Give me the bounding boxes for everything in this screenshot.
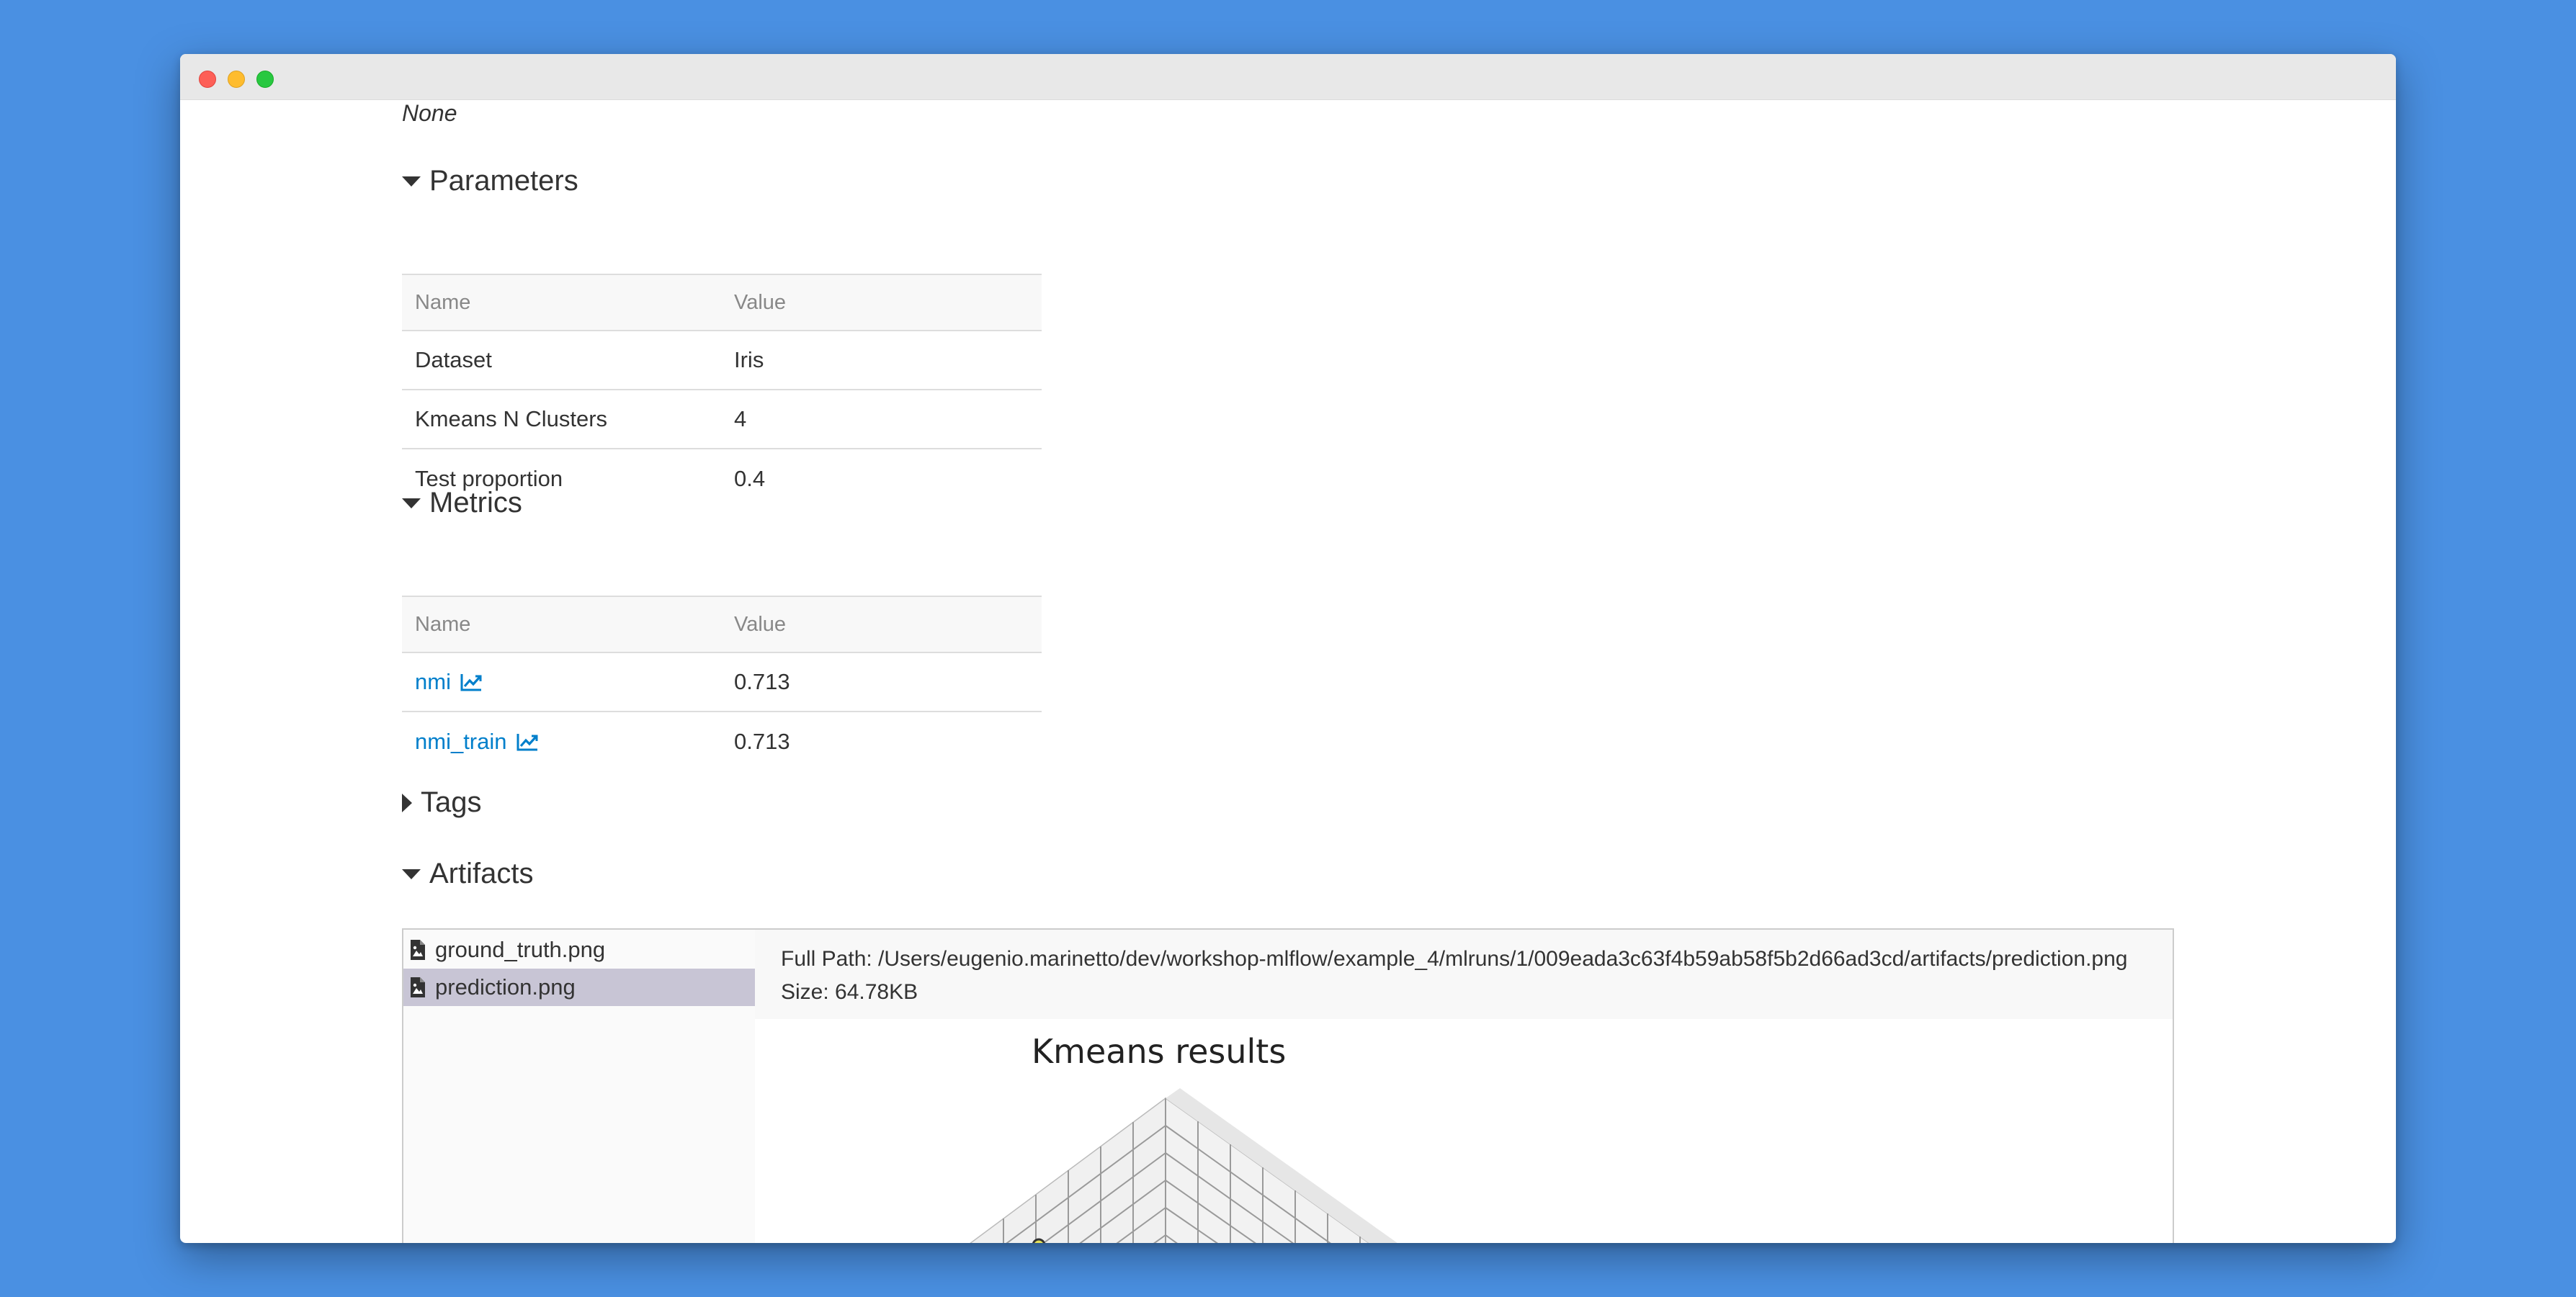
line-chart-icon[interactable] (460, 672, 483, 692)
artifact-file-tree: ground_truth.png prediction.png (403, 930, 755, 1243)
artifact-file-name: ground_truth.png (435, 937, 606, 962)
column-header-value[interactable]: Value (721, 596, 1042, 653)
description-value: None (402, 100, 457, 126)
artifact-file-prediction[interactable]: prediction.png (403, 969, 755, 1006)
column-header-name[interactable]: Name (402, 274, 721, 331)
param-name: Dataset (402, 331, 721, 390)
browser-window: None Parameters Name Value Dataset Iris (180, 54, 2396, 1243)
metrics-table: Name Value nmi 0.713 nmi_train 0.713 (402, 596, 1042, 771)
param-value: 4 (721, 390, 1042, 449)
scatter-point (1032, 1238, 1046, 1243)
caret-down-icon (402, 869, 421, 879)
column-header-name[interactable]: Name (402, 596, 721, 653)
artifact-full-path: Full Path: /Users/eugenio.marinetto/dev/… (781, 947, 2128, 971)
caret-right-icon (402, 793, 412, 812)
minimize-window-button[interactable] (228, 71, 245, 88)
artifact-file-ground-truth[interactable]: ground_truth.png (403, 931, 755, 969)
parameters-table: Name Value Dataset Iris Kmeans N Cluster… (402, 274, 1042, 508)
artifact-viewer: Full Path: /Users/eugenio.marinetto/dev/… (755, 930, 2173, 1243)
table-row: nmi_train 0.713 (402, 712, 1042, 771)
metric-value: 0.713 (734, 728, 790, 754)
metric-name: nmi (415, 669, 451, 694)
page-content: None Parameters Name Value Dataset Iris (180, 100, 2396, 1243)
metric-link-nmi[interactable]: nmi (415, 669, 483, 695)
maximize-window-button[interactable] (256, 71, 274, 88)
artifacts-title: Artifacts (429, 858, 534, 889)
caret-down-icon (402, 176, 421, 187)
parameters-title: Parameters (429, 165, 578, 197)
column-header-value[interactable]: Value (721, 274, 1042, 331)
artifact-metadata: Full Path: /Users/eugenio.marinetto/dev/… (755, 930, 2173, 1019)
metric-name: nmi_train (415, 728, 507, 754)
artifact-browser: ground_truth.png prediction.png Full Pat… (402, 928, 2174, 1243)
artifacts-section-toggle[interactable]: Artifacts (402, 858, 533, 890)
tags-section-toggle[interactable]: Tags (402, 786, 482, 819)
caret-down-icon (402, 498, 421, 508)
3d-plot-grid (970, 1088, 1397, 1243)
table-row: Dataset Iris (402, 331, 1042, 390)
param-name: Kmeans N Clusters (402, 390, 721, 449)
line-chart-icon[interactable] (516, 732, 539, 752)
image-file-icon (411, 940, 425, 960)
param-value: Iris (721, 331, 1042, 390)
metric-value: 0.713 (721, 652, 1042, 712)
metrics-title: Metrics (429, 487, 522, 519)
metrics-section-toggle[interactable]: Metrics (402, 487, 522, 519)
table-row: nmi 0.713 (402, 652, 1042, 712)
tags-title: Tags (421, 786, 482, 818)
window-titlebar (180, 54, 2396, 100)
close-window-button[interactable] (199, 71, 216, 88)
artifact-image-preview: Kmeans results (755, 1019, 1547, 1243)
artifact-size: Size: 64.78KB (781, 980, 918, 1004)
image-file-icon (411, 977, 425, 997)
metric-link-nmi-train[interactable]: nmi_train (415, 729, 539, 755)
param-value: 0.4 (734, 465, 766, 491)
artifact-file-name: prediction.png (435, 974, 576, 1000)
parameters-section-toggle[interactable]: Parameters (402, 165, 578, 197)
table-row: Kmeans N Clusters 4 (402, 390, 1042, 449)
